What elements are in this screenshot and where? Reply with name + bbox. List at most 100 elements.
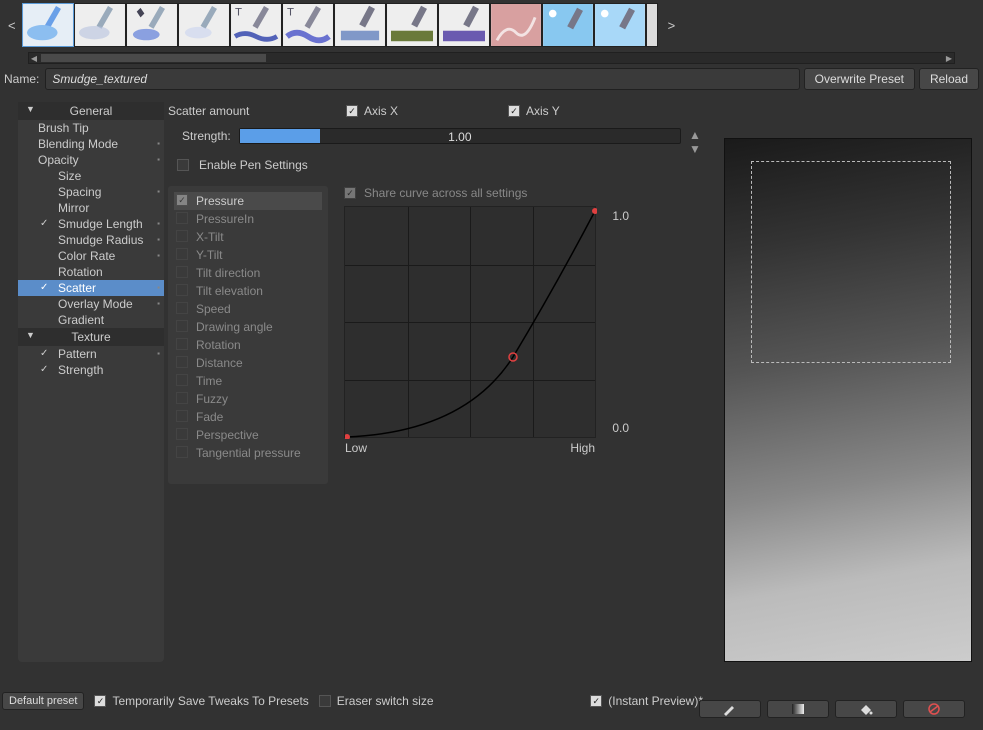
sensor-speed[interactable]: Speed xyxy=(174,300,322,318)
prop-label: Smudge Radius xyxy=(58,233,143,247)
prop-blending-mode[interactable]: Blending Mode▪ xyxy=(18,136,164,152)
preset-thumb[interactable] xyxy=(438,3,490,47)
sensor-label: X-Tilt xyxy=(196,230,224,244)
sensor-label: Fuzzy xyxy=(196,392,228,406)
section-general[interactable]: ▼General xyxy=(18,102,164,120)
scroll-left-icon[interactable]: ◀ xyxy=(29,53,39,63)
default-preset-button[interactable]: Default preset xyxy=(2,692,84,710)
overwrite-preset-button[interactable]: Overwrite Preset xyxy=(804,68,915,90)
prop-smudge-radius[interactable]: Smudge Radius ▪ xyxy=(18,232,164,248)
preset-thumb[interactable] xyxy=(646,3,658,47)
lock-icon: ▪ xyxy=(157,235,160,244)
preset-thumb[interactable]: T xyxy=(282,3,334,47)
sensor-tangential-pressure[interactable]: Tangential pressure xyxy=(174,444,322,462)
sensor-drawing-angle[interactable]: Drawing angle xyxy=(174,318,322,336)
prop-label: Strength xyxy=(58,363,103,377)
check-icon: ✓ xyxy=(40,348,48,359)
section-label: Texture xyxy=(71,330,110,344)
preset-thumb[interactable]: T xyxy=(230,3,282,47)
reload-button[interactable]: Reload xyxy=(919,68,979,90)
sensor-pressure[interactable]: ✓Pressure xyxy=(174,192,322,210)
sensor-fuzzy[interactable]: Fuzzy xyxy=(174,390,322,408)
enable-pen-label: Enable Pen Settings xyxy=(199,158,308,172)
instant-preview-checkbox[interactable]: ✓(Instant Preview)* xyxy=(590,694,703,708)
share-curve-checkbox[interactable]: ✓ xyxy=(344,187,356,199)
temp-save-label: Temporarily Save Tweaks To Presets xyxy=(112,694,308,708)
lock-icon: ▪ xyxy=(157,139,160,148)
curve-editor[interactable]: 1.0 0.0 Low High xyxy=(344,206,596,438)
sensor-rotation[interactable]: Rotation xyxy=(174,336,322,354)
prop-pattern[interactable]: ✓Pattern▪ xyxy=(18,346,164,362)
check-icon xyxy=(176,248,188,260)
prop-mirror[interactable]: Mirror xyxy=(18,200,164,216)
preset-thumb[interactable] xyxy=(178,3,230,47)
fill-bucket-button[interactable] xyxy=(835,700,897,718)
prop-gradient[interactable]: Gradient xyxy=(18,312,164,328)
preset-thumb[interactable] xyxy=(74,3,126,47)
preset-next[interactable]: > xyxy=(662,18,682,33)
prop-scatter[interactable]: ✓Scatter▪ xyxy=(18,280,164,296)
section-texture[interactable]: ▼Texture xyxy=(18,328,164,346)
check-icon xyxy=(176,374,188,386)
lock-icon: ▪ xyxy=(157,219,160,228)
prop-smudge-length[interactable]: ✓Smudge Length▪ xyxy=(18,216,164,232)
sensor-perspective[interactable]: Perspective xyxy=(174,426,322,444)
sensor-time[interactable]: Time xyxy=(174,372,322,390)
prop-spacing[interactable]: Spacing▪ xyxy=(18,184,164,200)
sensor-fade[interactable]: Fade xyxy=(174,408,322,426)
prop-label: Mirror xyxy=(58,201,89,215)
lock-icon: ▪ xyxy=(157,299,160,308)
fill-gradient-button[interactable] xyxy=(767,700,829,718)
sensor-distance[interactable]: Distance xyxy=(174,354,322,372)
prop-rotation[interactable]: Rotation xyxy=(18,264,164,280)
axis-x-checkbox[interactable]: ✓Axis X xyxy=(346,104,398,118)
check-icon: ✓ xyxy=(40,282,48,293)
property-list: ▼General Brush TipBlending Mode▪Opacity▪… xyxy=(18,102,164,662)
prop-strength[interactable]: ✓ Strength xyxy=(18,362,164,378)
prop-size[interactable]: Size xyxy=(18,168,164,184)
preset-scrollbar[interactable]: ◀ ▶ xyxy=(28,52,955,64)
preset-thumb[interactable] xyxy=(22,3,74,47)
check-icon xyxy=(176,410,188,422)
prop-overlay-mode[interactable]: Overlay Mode▪ xyxy=(18,296,164,312)
enable-pen-checkbox[interactable] xyxy=(177,159,189,171)
strength-slider[interactable]: 1.00 xyxy=(239,128,681,144)
svg-text:T: T xyxy=(235,6,242,18)
eraser-switch-checkbox[interactable]: Eraser switch size xyxy=(319,694,434,708)
strength-spinner[interactable]: ▲▼ xyxy=(689,128,701,144)
sensor-label: Rotation xyxy=(196,338,241,352)
prop-color-rate[interactable]: Color Rate▪ xyxy=(18,248,164,264)
check-icon xyxy=(176,338,188,350)
check-icon: ✓ xyxy=(40,364,48,375)
clear-button[interactable] xyxy=(903,700,965,718)
axis-y-checkbox[interactable]: ✓Axis Y xyxy=(508,104,560,118)
prop-opacity[interactable]: Opacity▪ xyxy=(18,152,164,168)
preset-prev[interactable]: < xyxy=(2,18,22,33)
lock-icon: ▪ xyxy=(157,283,160,292)
preset-thumb[interactable] xyxy=(386,3,438,47)
prop-brush-tip[interactable]: Brush Tip xyxy=(18,120,164,136)
sensor-tilt-elevation[interactable]: Tilt elevation xyxy=(174,282,322,300)
fill-brush-button[interactable] xyxy=(699,700,761,718)
prop-label: Spacing xyxy=(58,185,101,199)
sensor-label: Time xyxy=(196,374,222,388)
scroll-right-icon[interactable]: ▶ xyxy=(944,53,954,63)
temp-save-checkbox[interactable]: ✓Temporarily Save Tweaks To Presets xyxy=(94,694,308,708)
sensor-label: Drawing angle xyxy=(196,320,273,334)
preset-thumb[interactable] xyxy=(334,3,386,47)
scroll-thumb[interactable] xyxy=(41,54,266,62)
instant-preview-label: (Instant Preview)* xyxy=(608,694,703,708)
preset-thumb[interactable] xyxy=(542,3,594,47)
sensor-tilt-direction[interactable]: Tilt direction xyxy=(174,264,322,282)
preset-name-input[interactable]: Smudge_textured xyxy=(45,68,799,90)
curve-max-label: 1.0 xyxy=(612,209,629,223)
check-icon xyxy=(176,356,188,368)
sensor-label: Pressure xyxy=(196,194,244,208)
lock-icon: ▪ xyxy=(157,251,160,260)
sensor-y-tilt[interactable]: Y-Tilt xyxy=(174,246,322,264)
preset-thumb[interactable] xyxy=(126,3,178,47)
preset-thumb[interactable] xyxy=(490,3,542,47)
sensor-pressurein[interactable]: PressureIn xyxy=(174,210,322,228)
preset-thumb[interactable] xyxy=(594,3,646,47)
sensor-x-tilt[interactable]: X-Tilt xyxy=(174,228,322,246)
